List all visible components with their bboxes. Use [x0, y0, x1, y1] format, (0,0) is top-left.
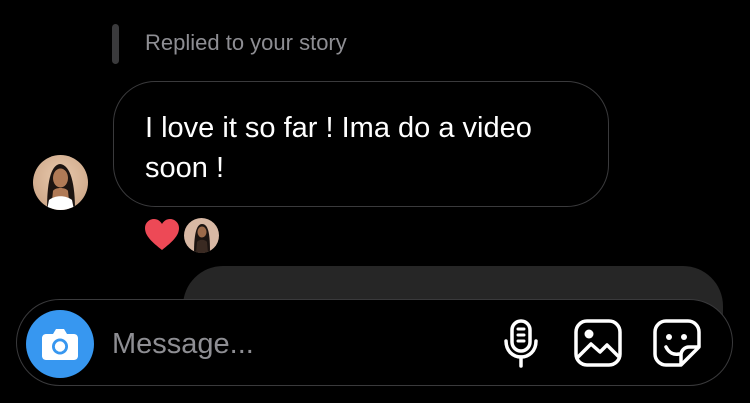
- sender-avatar[interactable]: [33, 155, 88, 210]
- message-text-line-2: soon !: [145, 152, 224, 184]
- camera-button[interactable]: [26, 310, 94, 378]
- sticker-icon[interactable]: [651, 317, 703, 369]
- microphone-icon[interactable]: [495, 317, 547, 369]
- message-input[interactable]: [112, 323, 472, 365]
- reply-label: Replied to your story: [145, 30, 347, 55]
- camera-icon: [42, 329, 78, 360]
- reply-indicator-bar: [112, 24, 119, 64]
- reactor-avatar[interactable]: [184, 218, 219, 253]
- heart-reaction-icon[interactable]: [144, 218, 180, 252]
- gallery-icon[interactable]: [572, 317, 624, 369]
- message-bubble[interactable]: I love it so far ! Ima do a video soon !: [113, 81, 609, 207]
- message-text-line-1: I love it so far ! Ima do a video: [145, 112, 532, 144]
